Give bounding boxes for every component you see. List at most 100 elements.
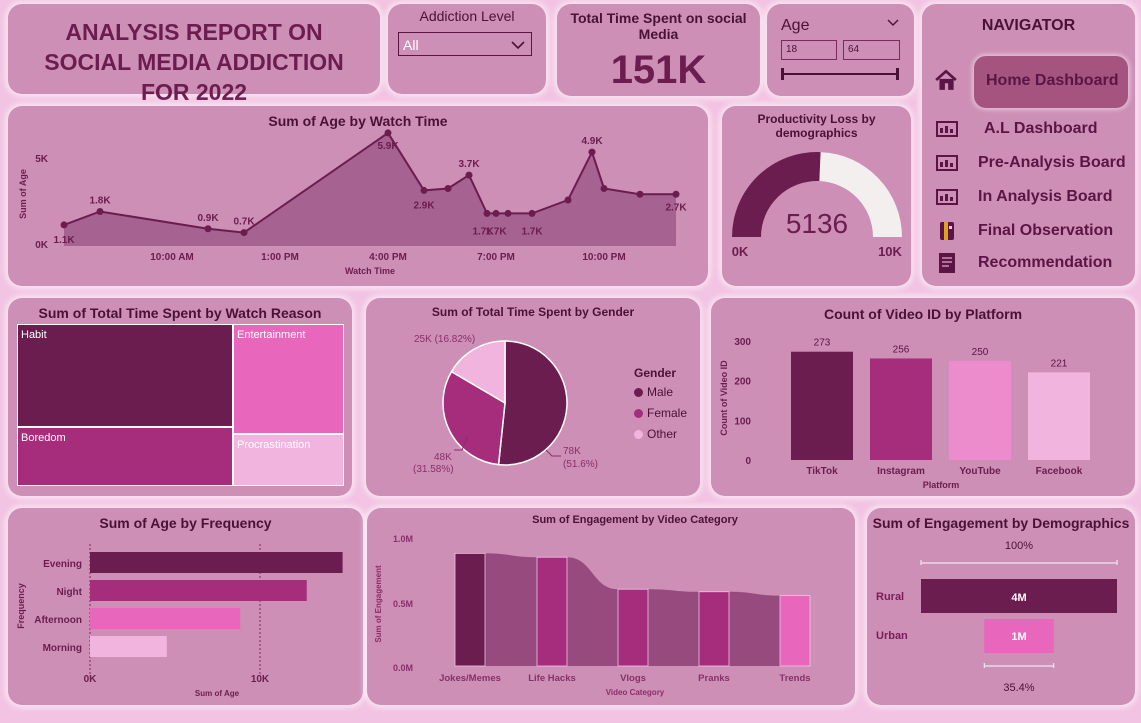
bar <box>870 358 932 460</box>
data-point <box>504 209 512 217</box>
x-tick-label: 1:00 PM <box>261 252 299 263</box>
x-tick-label: 10:00 AM <box>150 252 194 263</box>
ribbon-bar <box>779 595 811 667</box>
treemap-cell[interactable]: Habit <box>17 324 233 427</box>
x-tick-label: Pranks <box>698 673 730 684</box>
nav-item-label: A.L Dashboard <box>984 120 1098 137</box>
productivity-gauge: 5136 0K 10K <box>732 152 903 259</box>
nav-item-final-observation[interactable]: Final Observation <box>922 218 1132 248</box>
book-icon <box>940 222 954 240</box>
ribbon-bar <box>536 556 568 667</box>
frequency-bar-chart: Evening Night Afternoon Morning 0K 10K Sum of … <box>16 544 343 698</box>
legend-label: Female <box>647 406 688 420</box>
legend-label: Male <box>647 385 674 399</box>
percent-bracket <box>920 560 1118 565</box>
pie-label: (31.58%) <box>413 464 454 475</box>
y-tick-label: 300 <box>734 337 751 348</box>
y-axis-title: Frequency <box>16 583 26 629</box>
data-point <box>672 190 680 198</box>
nav-item-pre-analysis-board[interactable]: Pre-Analysis Board <box>922 150 1132 180</box>
nav-item-label: Home Dashboard <box>986 72 1119 89</box>
chart-title: Sum of Total Time Spent by Watch Reason <box>38 305 322 321</box>
pie-label: 25K (16.82%) <box>414 334 475 345</box>
data-label: 2.9K <box>413 200 435 211</box>
demographics-funnel-card: Sum of Engagement by Demographics 100% 4M… <box>867 508 1135 705</box>
nav-item-home-dashboard[interactable]: Home Dashboard <box>922 66 1132 96</box>
treemap-cell[interactable]: Procrastination <box>233 434 344 486</box>
treemap-label: Boredom <box>21 432 66 444</box>
y-tick-label: Afternoon <box>34 615 82 626</box>
pie-label: 48K <box>434 452 452 463</box>
page-title: ANALYSIS REPORT ON SOCIAL MEDIA ADDICTIO… <box>44 19 344 105</box>
kpi-label: Total Time Spent on social Media <box>570 10 747 42</box>
chevron-down-icon[interactable] <box>887 19 899 27</box>
pie-label: (51.6%) <box>563 459 598 470</box>
gender-pie-card: Sum of Total Time Spent by Gender 78K (51… <box>366 298 700 496</box>
addiction-level-dropdown[interactable]: All <box>398 32 532 56</box>
data-point <box>465 171 473 179</box>
nav-item-label: In Analysis Board <box>978 188 1113 205</box>
home-icon <box>935 69 957 90</box>
x-tick-label: 10K <box>251 674 270 685</box>
data-point <box>384 129 392 137</box>
x-tick-label: Jokes/Memes <box>439 673 501 684</box>
kpi-value: 151K <box>610 48 707 92</box>
y-axis-title: Count of Video ID <box>719 360 729 436</box>
y-axis-title: Sum of Engagement <box>374 565 383 643</box>
data-label: 0.7K <box>233 217 255 228</box>
data-point <box>528 209 536 217</box>
addiction-level-value: All <box>403 37 419 53</box>
report-icon <box>939 253 955 273</box>
data-point <box>444 185 452 192</box>
platform-bar-card: Count of Video ID by Platform 0 100 200 300… <box>711 298 1135 496</box>
nav-item-al-dashboard[interactable]: A.L Dashboard <box>922 116 1132 146</box>
age-min-input[interactable]: 18 <box>781 40 837 60</box>
age-max-input[interactable]: 64 <box>843 40 900 60</box>
bar <box>90 636 167 657</box>
x-tick-label: Facebook <box>1036 466 1083 477</box>
nav-item-in-analysis-board[interactable]: In Analysis Board <box>922 184 1132 214</box>
ribbon-band <box>485 553 537 666</box>
legend-label: Other <box>647 427 678 441</box>
data-point <box>600 185 608 192</box>
nav-item-label: Final Observation <box>978 222 1114 239</box>
age-max-value: 64 <box>848 44 860 55</box>
title-card: ANALYSIS REPORT ON SOCIAL MEDIA ADDICTIO… <box>8 4 380 105</box>
legend-item-male[interactable]: Male <box>634 385 673 399</box>
data-label: 4M <box>1011 592 1026 604</box>
data-label: 0.9K <box>197 213 219 224</box>
data-label: 4.9K <box>581 136 603 147</box>
nav-item-recommendation[interactable]: Recommendation <box>922 250 1132 280</box>
treemap-cell[interactable]: Boredom <box>17 427 233 486</box>
ribbon-bar <box>698 591 730 667</box>
watch-reason-treemap: Habit Boredom Entertainment Procrastination <box>17 324 344 486</box>
treemap-label: Entertainment <box>237 329 306 341</box>
data-label: 221 <box>1051 358 1068 369</box>
age-min-value: 18 <box>786 44 798 55</box>
legend-dot <box>634 430 643 440</box>
treemap-label: Habit <box>21 329 47 341</box>
ribbon-bar <box>454 552 486 667</box>
ribbon-band <box>729 591 780 666</box>
pie-label: 78K <box>563 446 581 457</box>
y-tick-label: Night <box>56 587 82 598</box>
age-range-slider[interactable] <box>781 67 901 81</box>
video-category-card: Sum of Engagement by Video Category Joke… <box>367 508 855 705</box>
x-axis-title: Sum of Age <box>195 689 240 698</box>
data-point <box>588 148 596 156</box>
y-tick-label: 0.5M <box>393 599 413 609</box>
ribbon-bar <box>617 588 649 667</box>
legend-item-female[interactable]: Female <box>634 406 687 420</box>
watch-time-chart-card: Sum of Age by Watch Time 1.1K 1.8K 0.9K 0.7… <box>8 106 708 286</box>
data-label: 1.7K <box>521 226 543 237</box>
treemap-cell[interactable]: Entertainment <box>233 324 344 434</box>
area-fill <box>64 132 676 246</box>
gauge-max-label: 10K <box>878 244 902 259</box>
legend-item-other[interactable]: Other <box>634 427 677 441</box>
bar <box>90 552 343 573</box>
data-point <box>636 190 644 198</box>
y-tick-label: 100 <box>734 416 751 427</box>
data-label: 5.9K <box>377 141 399 152</box>
treemap-label: Procrastination <box>237 439 311 451</box>
age-label: Age <box>781 17 810 34</box>
